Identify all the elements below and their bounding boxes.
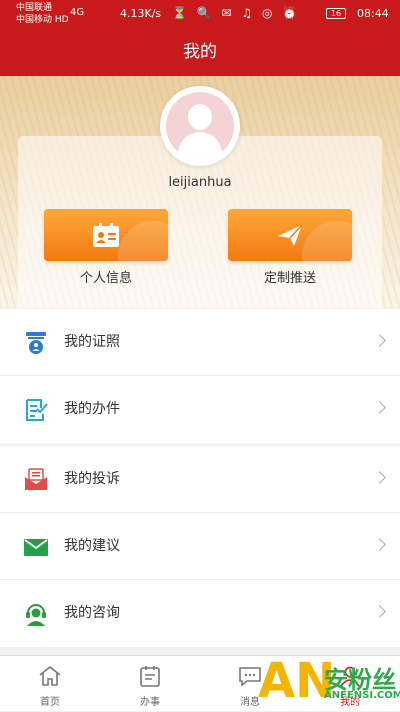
menu-item-consultations[interactable]: 我的咨询 xyxy=(0,580,400,647)
menu-label: 我的办件 xyxy=(64,401,120,417)
home-icon xyxy=(39,665,61,686)
clock: 08:44 xyxy=(357,7,389,20)
personal-info-button[interactable] xyxy=(44,209,168,261)
menu-label: 我的咨询 xyxy=(64,605,120,621)
carrier-2: 中国移动 HD xyxy=(16,15,69,25)
status-icons: ⏳ 🔍 ✉ ♫ ◎ ⏰ xyxy=(172,6,301,20)
menu-item-complaints[interactable]: 我的投诉 xyxy=(0,446,400,513)
id-card-icon xyxy=(93,223,119,247)
status-bar: 中国联通 中国移动 HD 4G 4.13K/s ⏳ 🔍 ✉ ♫ ◎ ⏰ 16 0… xyxy=(0,0,400,30)
personal-info-label: 个人信息 xyxy=(79,271,132,286)
custom-push-label: 定制推送 xyxy=(263,271,316,286)
carrier-1: 中国联通 xyxy=(16,3,53,13)
certificate-icon xyxy=(26,332,46,354)
battery-icon: 16 xyxy=(326,8,346,19)
tab-label: 首页 xyxy=(40,697,60,708)
avatar[interactable] xyxy=(160,86,240,166)
avatar-placeholder-icon xyxy=(166,92,234,160)
headset-user-icon xyxy=(26,604,46,626)
watermark-en: ANFENSI.COM xyxy=(324,690,400,701)
complaint-mail-icon xyxy=(25,468,47,490)
menu-group-1: 我的证照 我的办件 xyxy=(0,309,400,443)
paper-plane-icon xyxy=(278,224,303,246)
tab-services[interactable]: 办事 xyxy=(100,656,200,712)
chevron-right-icon xyxy=(373,471,386,484)
profile-hero: leijianhua 个人信息 定制推送 xyxy=(0,76,400,308)
envelope-icon xyxy=(24,539,48,556)
network-speed: 4.13K/s xyxy=(120,7,162,20)
document-check-icon xyxy=(26,399,48,421)
carrier-info: 中国联通 中国移动 HD xyxy=(16,2,69,26)
username: leijianhua xyxy=(168,175,232,190)
custom-push-button[interactable] xyxy=(228,209,352,261)
menu-item-applications[interactable]: 我的办件 xyxy=(0,376,400,443)
watermark-logo: AN 安粉丝 ANFENSI.COM xyxy=(258,656,400,711)
menu-item-suggestions[interactable]: 我的建议 xyxy=(0,513,400,580)
tab-home[interactable]: 首页 xyxy=(0,656,100,712)
menu-label: 我的证照 xyxy=(64,334,120,350)
page-header: 我的 xyxy=(0,30,400,76)
chevron-right-icon xyxy=(373,538,386,551)
menu-item-certificates[interactable]: 我的证照 xyxy=(0,309,400,376)
calendar-icon xyxy=(140,666,160,687)
menu-group-2: 我的投诉 我的建议 我的咨询 xyxy=(0,446,400,647)
network-type: 4G xyxy=(70,7,85,18)
menu-label: 我的投诉 xyxy=(64,471,120,487)
tab-label: 办事 xyxy=(140,697,160,708)
chevron-right-icon xyxy=(373,334,386,347)
menu-label: 我的建议 xyxy=(64,538,120,554)
chevron-right-icon xyxy=(373,605,386,618)
page-title: 我的 xyxy=(183,42,217,62)
chevron-right-icon xyxy=(373,401,386,414)
